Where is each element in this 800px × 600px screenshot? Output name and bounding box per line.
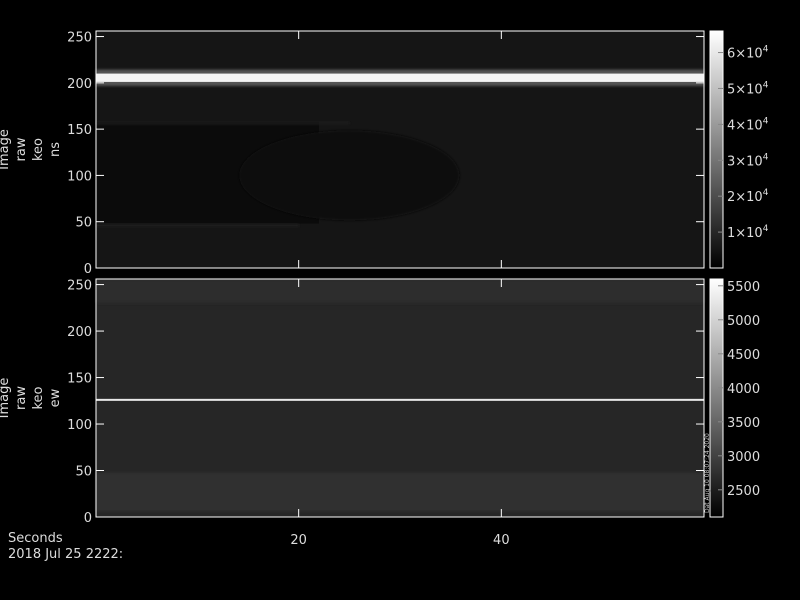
panel2-colorbar [709, 278, 724, 518]
x-tick-label-40: 40 [493, 533, 510, 548]
panel2-ytick-label-50: 50 [75, 465, 92, 480]
panel1-colorbar-label-1: 2×104 [727, 188, 769, 205]
panel1-ylabel-line-3: ns [48, 142, 63, 157]
panel1-colorbar-label-5: 6×104 [727, 45, 769, 62]
panel2-top-streaks [96, 279, 704, 304]
panel1-ytick-label-0: 0 [84, 262, 92, 277]
panel2-ytick-label-100: 100 [67, 418, 92, 433]
panel2-colorbar-label-5: 5000 [727, 314, 760, 329]
panel2-colorbar-label-6: 5500 [727, 280, 760, 295]
panel1-faint-streak [96, 223, 299, 228]
panel1-ylabel-line-0: Image [0, 129, 12, 170]
panel1-ytick-label-50: 50 [75, 216, 92, 231]
panel2-colorbar-label-2: 3500 [727, 416, 760, 431]
panel2-ytick-label-150: 150 [67, 372, 92, 387]
keogram-figure: 050100150200250Image raw keo ns1×1042×1043×… [0, 30, 769, 548]
panel1-colorbar-exponent-0: 4 [763, 224, 769, 234]
panel2-colorbar-label-3: 4000 [727, 382, 760, 397]
panel2-bright-line [96, 398, 704, 401]
panel2-colorbar-note: Dat Aug 10 08:07:24 2020 [704, 433, 711, 513]
panel2-colorbar-label-4: 4500 [727, 348, 760, 363]
panel1-colorbar-label-0: 1×104 [727, 224, 769, 241]
panel1-faint-streak-upper [96, 121, 350, 125]
panel1-colorbar-exponent-4: 4 [763, 80, 769, 90]
panel2-ytick-label-200: 200 [67, 325, 92, 340]
panel2-ylabel-line-0: Image [0, 378, 12, 419]
panel1-colorbar-exponent-1: 4 [763, 188, 769, 198]
panel1-colorbar-label-4: 5×104 [727, 80, 769, 97]
panel1-ylabel-line-1: raw [14, 137, 29, 161]
panel1-ytick-label-150: 150 [67, 123, 92, 138]
date-label: 2018 Jul 25 2222: [8, 547, 124, 562]
panel1-ytick-label-250: 250 [67, 31, 92, 46]
panel1-ylabel-line-2: keo [31, 138, 46, 161]
panel2-bottom-streaks [96, 472, 704, 512]
panel1-bright-band [96, 73, 704, 82]
panel1-colorbar-exponent-2: 4 [763, 152, 769, 162]
panel2-ylabel-line-3: ew [48, 388, 63, 407]
x-axis-label: Seconds [8, 531, 63, 546]
panel1-colorbar-exponent-3: 4 [763, 116, 769, 126]
panel1-noise-blob [239, 130, 460, 221]
panel2-ytick-label-0: 0 [84, 511, 92, 526]
panel2-ylabel-line-1: raw [14, 386, 29, 410]
panel1-colorbar-label-2: 3×104 [727, 152, 769, 169]
panel2-ytick-label-250: 250 [67, 279, 92, 294]
panel1-ytick-label-200: 200 [67, 77, 92, 92]
panel2-colorbar-label-0: 2500 [727, 484, 760, 499]
panel2-ylabel-line-2: keo [31, 386, 46, 409]
panel1-ytick-label-100: 100 [67, 169, 92, 184]
panel2-colorbar-label-1: 3000 [727, 450, 760, 465]
panel1-colorbar-exponent-5: 4 [763, 45, 769, 55]
x-tick-label-20: 20 [290, 533, 307, 548]
panel1-colorbar-label-3: 4×104 [727, 116, 769, 133]
